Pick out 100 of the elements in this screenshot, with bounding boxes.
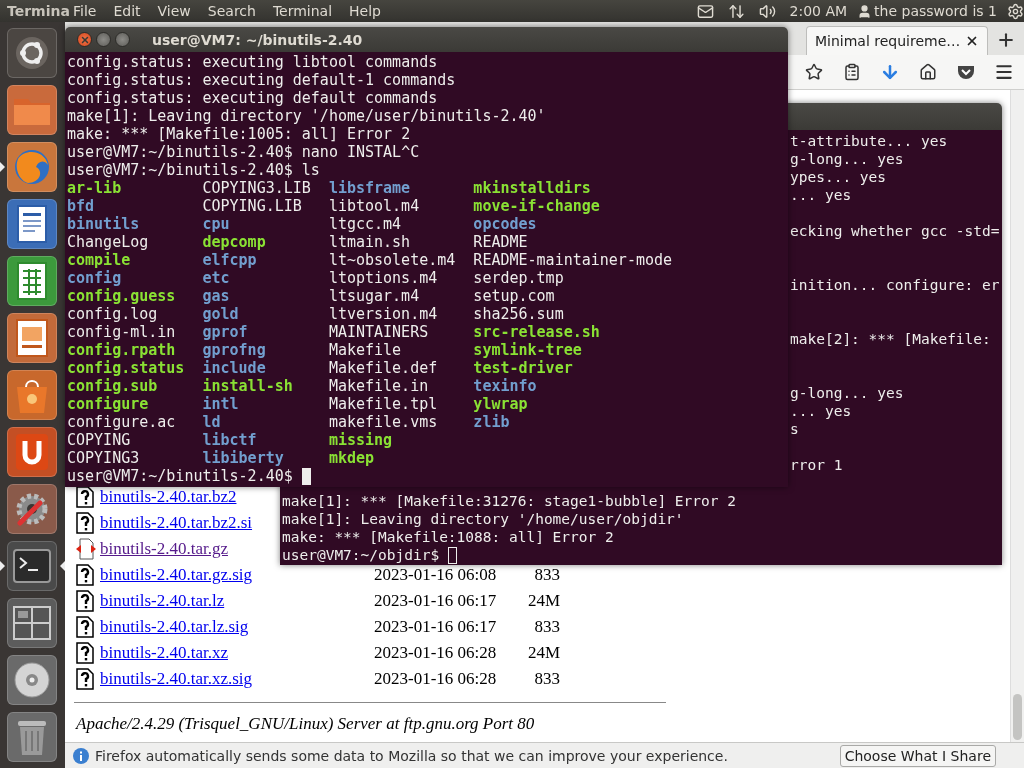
terminal-line: user@VM7:~/binutils-2.40$ ls [67, 161, 321, 179]
file-name: config [67, 269, 123, 287]
file-name: compile [67, 251, 132, 269]
close-icon[interactable] [965, 34, 979, 48]
launcher-button[interactable] [7, 484, 57, 534]
server-signature: Apache/2.4.29 (Trisquel_GNU/Linux) Server at ftp.gnu.org Port 80 [76, 713, 536, 735]
terminal-line: config.status: executing default-1 commands [67, 71, 457, 89]
window-title: user@VM7: ~/binutils-2.40 [152, 31, 363, 48]
unknown-file-icon [76, 642, 94, 664]
menu-item[interactable]: Terminal [272, 3, 333, 19]
user-icon[interactable] [857, 3, 873, 19]
unknown-file-icon [76, 486, 94, 508]
file-name: README [473, 233, 529, 251]
file-link[interactable]: binutils-2.40.tar.gz.sig [100, 565, 253, 584]
file-name: mkdep [328, 449, 376, 467]
file-name: depcomp [202, 233, 267, 251]
file-link[interactable]: binutils-2.40.tar.bz2.si [100, 513, 253, 532]
clock[interactable]: 2:00 AM [789, 3, 848, 19]
file-link[interactable]: binutils-2.40.tar.xz.sig [100, 669, 253, 688]
terminal-line: make[1]: *** [Makefile:31276: stage1-bubble] Error 2 [282, 492, 737, 510]
file-link[interactable]: binutils-2.40.tar.lz.sig [100, 617, 249, 636]
browser-tab[interactable]: Minimal requireme… [806, 26, 988, 55]
file-name: README-maintainer-mode [473, 251, 674, 269]
globe-icon [12, 147, 52, 187]
terminal-icon [12, 548, 52, 584]
file-name: MAINTAINERS [328, 323, 430, 341]
file-name: ltgcc.m4 [328, 215, 403, 233]
date-cell-text: 2023-01-16 06:08 [374, 565, 498, 585]
maximize-button[interactable] [115, 32, 130, 47]
notification-text: Firefox automatically sends some data to Mozilla so that we can improve your experience. [95, 747, 729, 764]
file-link[interactable]: binutils-2.40.tar.gz [100, 539, 228, 558]
file-name: serdep.tmp [473, 269, 565, 287]
file-name: install-sh [202, 377, 294, 395]
document-icon [15, 204, 49, 244]
launcher-button[interactable] [7, 28, 57, 78]
file-name: configure [67, 395, 150, 413]
file-name: cpu [202, 215, 231, 233]
terminal-line: user@VM7:~/binutils-2.40$ nano INSTAL^C [67, 143, 421, 161]
launcher-button[interactable] [7, 199, 57, 249]
file-link[interactable]: binutils-2.40.tar.xz [100, 643, 228, 662]
file-name: config.rpath [67, 341, 177, 359]
file-name: gas [202, 287, 231, 305]
file-name: config-ml.in [67, 323, 177, 341]
close-button[interactable] [77, 32, 92, 47]
launcher-button[interactable] [7, 256, 57, 306]
size-cell-text: 24M [526, 591, 560, 611]
unknown-file-icon [76, 616, 94, 638]
file-name: libiberty [202, 449, 285, 467]
size-cell-text: 24M [526, 643, 560, 663]
file-name: symlink-tree [473, 341, 583, 359]
file-name: ylwrap [473, 395, 529, 413]
unknown-file-icon [76, 590, 94, 612]
file-name: Makefile.tpl [328, 395, 439, 413]
file-name: binutils [67, 215, 141, 233]
file-name: COPYING3.LIB [202, 179, 312, 197]
terminal-line: make: *** [Makefile:1005: all] Error 2 [67, 125, 412, 143]
file-name: lt~obsolete.m4 [328, 251, 457, 269]
network-arrows-icon[interactable] [727, 2, 745, 20]
terminal-line: ecking whether gcc -std= [790, 222, 1000, 240]
launcher-button[interactable] [7, 427, 57, 477]
menu-item[interactable]: File [73, 3, 97, 19]
choose-button[interactable]: Choose What I Share [839, 744, 996, 767]
file-name: config.status [67, 359, 186, 377]
launcher-button[interactable] [7, 655, 57, 705]
file-name: ltsugar.m4 [328, 287, 421, 305]
menu-item[interactable]: Help [349, 3, 381, 19]
menu-item[interactable]: Search [207, 3, 256, 19]
size-cell-text: 833 [533, 565, 560, 585]
launcher-button[interactable] [7, 541, 57, 591]
mail-icon[interactable] [696, 2, 714, 20]
file-name: configure.ac [67, 413, 177, 431]
file-link[interactable]: binutils-2.40.tar.bz2 [100, 487, 237, 506]
menu-item[interactable]: View [157, 3, 191, 19]
file-name: config.guess [67, 287, 177, 305]
terminal-line: rror 1 [790, 456, 843, 474]
settings-icon[interactable] [1007, 2, 1024, 20]
volume-icon[interactable] [758, 2, 776, 20]
file-name: ltmain.sh [328, 233, 412, 251]
file-name: intl [202, 395, 240, 413]
file-link[interactable]: binutils-2.40.tar.lz [100, 591, 225, 610]
archive-file-icon [76, 538, 96, 560]
file-name: config.log [67, 305, 159, 323]
minimize-button[interactable] [96, 32, 111, 47]
presentation-icon [14, 318, 50, 358]
scrollbar[interactable] [1010, 90, 1024, 742]
file-name: sha256.sum [473, 305, 565, 323]
file-name: setup.com [473, 287, 556, 305]
file-name: src-release.sh [473, 323, 601, 341]
file-name: gprofng [202, 341, 267, 359]
launcher-button[interactable] [7, 598, 57, 648]
unknown-file-icon [76, 512, 94, 534]
unknown-file-icon [76, 564, 94, 586]
file-name: makefile.vms [328, 413, 439, 431]
user-name[interactable]: the password is 1 [874, 3, 997, 19]
launcher-button[interactable] [7, 313, 57, 363]
disc-icon [12, 660, 52, 700]
menu-item[interactable]: Edit [113, 3, 141, 19]
date-cell-text: 2023-01-16 06:17 [374, 591, 498, 611]
terminal-line: g-long... yes [790, 150, 904, 168]
file-name: Makefile.def [328, 359, 439, 377]
